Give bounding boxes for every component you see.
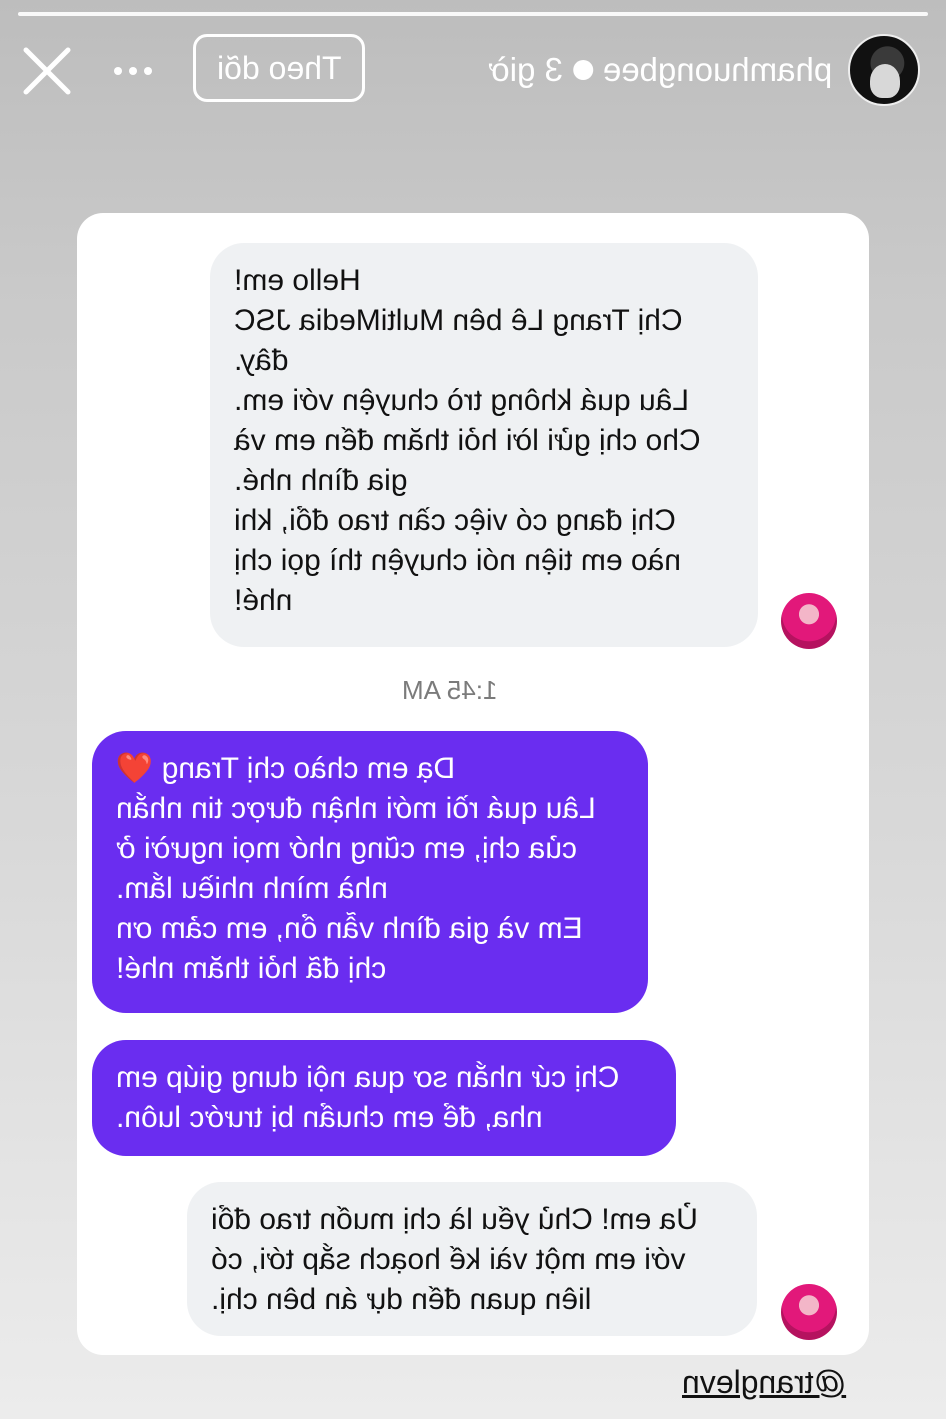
message-line: đây. — [234, 344, 289, 377]
story-header: Theo dõi phamhuongbee 3 giờ — [0, 28, 946, 112]
message-bubble-incoming: Hello em! Chị Trang Lê bên MultiMedia JS… — [210, 243, 758, 647]
message-line: với em một vài kế hoạch sắp tới, có — [211, 1243, 686, 1276]
message-line: Lâu quá không trò chuyện với em. — [234, 384, 689, 417]
message-line: Hello em! — [234, 264, 361, 297]
close-icon — [23, 47, 71, 95]
message-line: nào em tiện nói chuyện thì gọi chị — [234, 544, 681, 577]
close-button[interactable] — [22, 46, 72, 96]
message-line: nhé! — [234, 584, 293, 617]
message-line: Chị đang có việc cần trao đổi, khi — [234, 504, 676, 537]
profile-avatar[interactable] — [848, 34, 920, 106]
sender-avatar — [781, 1284, 837, 1340]
message-line: Ủa em! Chủ yếu là chị muốn trao đổi — [211, 1203, 698, 1236]
message-line: gia đình nhé. — [234, 464, 408, 497]
story-meta: phamhuongbee 3 giờ — [462, 48, 832, 92]
message-line: chị đã hỏi thăm nhé! — [116, 952, 387, 985]
verified-badge-icon — [572, 60, 593, 80]
message-line: nhà mình nhiều lắm. — [116, 872, 388, 905]
message-line: Dạ em chào chị Trang ❤️ — [116, 752, 456, 785]
message-line: của chị, em cũng nhớ mọi người ở — [116, 832, 577, 865]
story-progress-bar — [18, 12, 928, 16]
message-line: Em và gia đình vẫn ổn, em cảm ơn — [116, 912, 583, 945]
sender-avatar — [781, 593, 837, 649]
follow-button[interactable]: Theo dõi — [193, 34, 365, 102]
message-bubble-outgoing: Chị cứ nhắn sơ qua nội dung giúp em nha,… — [92, 1040, 676, 1156]
message-line: liên quan đến dự án bên chị. — [211, 1283, 592, 1316]
mention-sticker[interactable]: @tranglevn — [666, 1364, 846, 1404]
ellipsis-icon — [114, 67, 152, 75]
message-bubble-incoming: Ủa em! Chủ yếu là chị muốn trao đổi với … — [187, 1182, 757, 1336]
message-line: Cho chị gửi lời hỏi thăm đến em và — [234, 424, 701, 457]
story-username[interactable]: phamhuongbee — [603, 51, 832, 89]
story-time: 3 giờ — [487, 51, 563, 88]
message-bubble-outgoing: Dạ em chào chị Trang ❤️ Lâu quá rồi mới … — [92, 731, 648, 1013]
message-line: Chị cứ nhắn sơ qua nội dung giúp em — [116, 1061, 620, 1094]
message-line: Lâu quá rồi mới nhận được tin nhắn — [116, 792, 596, 825]
message-timestamp: 1:45 AM — [402, 675, 498, 705]
message-line: Chị Trang Lê bên MultiMedia JSC — [234, 304, 683, 337]
follow-button-label: Theo dõi — [216, 49, 342, 86]
more-options-button[interactable] — [108, 54, 158, 88]
message-line: nha, để em chuẩn bị trước luôn. — [116, 1101, 543, 1134]
